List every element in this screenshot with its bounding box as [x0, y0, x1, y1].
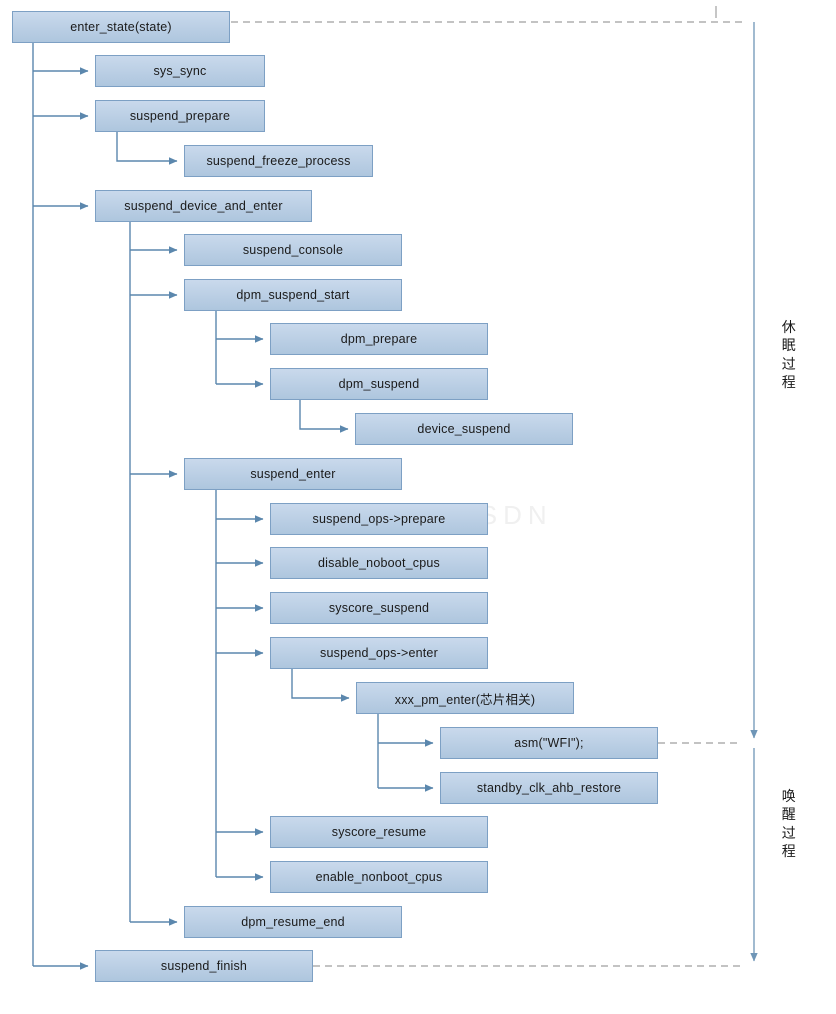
node-suspend-freeze-process[interactable]: suspend_freeze_process: [184, 145, 373, 177]
node-xxx-pm-enter[interactable]: xxx_pm_enter(芯片相关): [356, 682, 574, 714]
label-wake-phase: 唤醒过程: [781, 788, 797, 860]
node-dpm-prepare[interactable]: dpm_prepare: [270, 323, 488, 355]
node-asm-wfi[interactable]: asm("WFI");: [440, 727, 658, 759]
node-dpm-suspend-start[interactable]: dpm_suspend_start: [184, 279, 402, 311]
node-suspend-console[interactable]: suspend_console: [184, 234, 402, 266]
node-suspend-ops-enter[interactable]: suspend_ops->enter: [270, 637, 488, 669]
node-suspend-finish[interactable]: suspend_finish: [95, 950, 313, 982]
node-disable-noboot-cpus[interactable]: disable_noboot_cpus: [270, 547, 488, 579]
node-enable-nonboot-cpus[interactable]: enable_nonboot_cpus: [270, 861, 488, 893]
node-suspend-prepare[interactable]: suspend_prepare: [95, 100, 265, 132]
node-syscore-suspend[interactable]: syscore_suspend: [270, 592, 488, 624]
diagram-canvas: CSDN enter_state(state) sys_sync suspend…: [0, 0, 836, 1014]
node-dpm-suspend[interactable]: dpm_suspend: [270, 368, 488, 400]
node-suspend-device-and-enter[interactable]: suspend_device_and_enter: [95, 190, 312, 222]
node-enter-state[interactable]: enter_state(state): [12, 11, 230, 43]
node-standby-clk-ahb-restore[interactable]: standby_clk_ahb_restore: [440, 772, 658, 804]
node-sys-sync[interactable]: sys_sync: [95, 55, 265, 87]
node-suspend-enter[interactable]: suspend_enter: [184, 458, 402, 490]
node-dpm-resume-end[interactable]: dpm_resume_end: [184, 906, 402, 938]
label-sleep-phase: 休眠过程: [781, 319, 797, 391]
node-device-suspend[interactable]: device_suspend: [355, 413, 573, 445]
node-syscore-resume[interactable]: syscore_resume: [270, 816, 488, 848]
node-suspend-ops-prepare[interactable]: suspend_ops->prepare: [270, 503, 488, 535]
